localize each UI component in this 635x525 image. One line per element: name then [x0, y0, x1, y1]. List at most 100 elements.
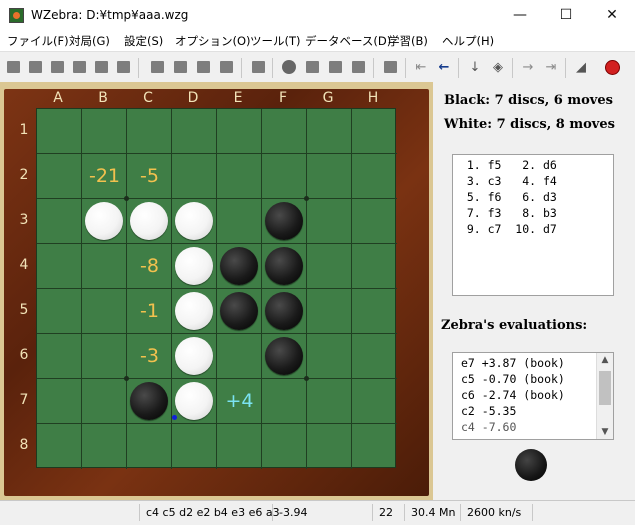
board-square[interactable] — [37, 289, 82, 334]
board-square[interactable] — [82, 289, 127, 334]
open-icon[interactable] — [48, 58, 66, 76]
board-square[interactable] — [172, 154, 217, 199]
board-square[interactable] — [352, 334, 397, 379]
new-board-icon[interactable] — [4, 58, 22, 76]
board-grid[interactable]: -21 -5 -8 -1 -3 +4 — [36, 108, 397, 469]
board-square[interactable] — [307, 244, 352, 289]
minimize-button[interactable]: — — [497, 0, 543, 31]
edit-icon[interactable] — [194, 58, 212, 76]
back-icon[interactable]: ← — [435, 58, 453, 76]
board-square[interactable] — [352, 379, 397, 424]
menu-options[interactable]: オプション(O) — [175, 33, 251, 49]
menu-learn[interactable]: 学習(B) — [388, 33, 428, 49]
star-point — [124, 196, 129, 201]
analyze-icon[interactable] — [148, 58, 166, 76]
print-icon[interactable] — [92, 58, 110, 76]
pause-icon[interactable] — [326, 58, 344, 76]
board-square[interactable] — [217, 109, 262, 154]
board-square[interactable] — [37, 199, 82, 244]
menu-tools[interactable]: ツール(T) — [250, 33, 301, 49]
menu-help[interactable]: ヘルプ(H) — [442, 33, 494, 49]
board-square[interactable] — [307, 109, 352, 154]
evaluation-scrollbar[interactable]: ▲ ▼ — [596, 353, 613, 439]
board-square[interactable] — [127, 109, 172, 154]
board-square[interactable] — [217, 424, 262, 469]
board-square[interactable] — [352, 244, 397, 289]
evaluation-list[interactable]: e7 +3.87 (book) c5 -0.70 (book) c6 -2.74… — [452, 352, 614, 440]
flip-icon[interactable] — [217, 58, 235, 76]
board-square[interactable] — [172, 109, 217, 154]
menu-settings[interactable]: 設定(S) — [124, 33, 163, 49]
folder-icon[interactable] — [114, 58, 132, 76]
status-speed: 2600 kn/s — [460, 504, 532, 521]
scroll-thumb[interactable] — [599, 371, 611, 405]
star-point — [124, 376, 129, 381]
black-disc — [220, 292, 258, 330]
hint-icon[interactable]: ◈ — [489, 58, 507, 76]
record-icon[interactable] — [381, 58, 399, 76]
board-square[interactable] — [82, 379, 127, 424]
board-square[interactable] — [37, 379, 82, 424]
board-square[interactable] — [307, 199, 352, 244]
setup-icon[interactable] — [171, 58, 189, 76]
board-square[interactable] — [37, 334, 82, 379]
evaluation-row: c5 -0.70 (book) — [461, 372, 565, 386]
board-square[interactable] — [37, 154, 82, 199]
toolbar-separator — [458, 58, 459, 78]
move-row: 3. c3 4. f4 — [453, 174, 557, 188]
board-square[interactable] — [82, 334, 127, 379]
board-square[interactable] — [262, 424, 307, 469]
scroll-down-icon[interactable]: ▼ — [597, 425, 613, 439]
board-square[interactable] — [262, 154, 307, 199]
board-square[interactable] — [352, 424, 397, 469]
blank-icon[interactable] — [26, 58, 44, 76]
board-square[interactable] — [217, 154, 262, 199]
diagonal-icon[interactable]: ◢ — [572, 58, 590, 76]
board-square[interactable] — [352, 289, 397, 334]
column-label: G — [322, 90, 334, 106]
book-icon[interactable] — [249, 58, 267, 76]
close-button[interactable]: ✕ — [589, 0, 635, 31]
menu-file[interactable]: ファイル(F) — [7, 33, 69, 49]
status-nodes: 30.4 Mn — [404, 504, 460, 521]
menu-game[interactable]: 対局(G) — [69, 33, 110, 49]
square-evaluation: +4 — [225, 390, 254, 412]
undo-icon[interactable]: ↓ — [466, 58, 484, 76]
board-square[interactable] — [127, 424, 172, 469]
forward-icon[interactable]: → — [519, 58, 537, 76]
board-square[interactable] — [37, 244, 82, 289]
save-icon[interactable] — [70, 58, 88, 76]
board-square[interactable] — [82, 424, 127, 469]
board-square[interactable] — [352, 109, 397, 154]
board-square[interactable] — [352, 199, 397, 244]
board-square[interactable] — [262, 109, 307, 154]
board-square[interactable] — [307, 154, 352, 199]
status-depth: 22 — [372, 504, 404, 521]
stop-icon[interactable] — [303, 58, 321, 76]
board-square[interactable] — [307, 424, 352, 469]
exit-icon[interactable] — [603, 58, 621, 76]
board-square[interactable] — [172, 424, 217, 469]
status-extra — [532, 504, 635, 521]
board-square[interactable] — [82, 244, 127, 289]
board-square[interactable] — [217, 334, 262, 379]
board-square[interactable] — [217, 199, 262, 244]
board-square[interactable] — [307, 379, 352, 424]
board-square[interactable] — [262, 379, 307, 424]
menu-database[interactable]: データベース(D) — [305, 33, 391, 49]
first-move-icon[interactable]: ⇤ — [412, 58, 430, 76]
column-label: D — [187, 90, 199, 106]
title-bar: WZebra: D:¥tmp¥aaa.wzg — ☐ ✕ — [0, 0, 635, 31]
info-icon[interactable] — [280, 58, 298, 76]
board-square[interactable] — [307, 289, 352, 334]
board-square[interactable] — [37, 109, 82, 154]
board-square[interactable] — [37, 424, 82, 469]
board-square[interactable] — [307, 334, 352, 379]
board-square[interactable] — [352, 154, 397, 199]
scroll-up-icon[interactable]: ▲ — [597, 353, 613, 367]
move-list[interactable]: 1. f5 2. d6 3. c3 4. f4 5. f6 6. d3 7. f… — [452, 154, 614, 296]
play-icon[interactable] — [349, 58, 367, 76]
maximize-button[interactable]: ☐ — [543, 0, 589, 31]
board-square[interactable] — [82, 109, 127, 154]
last-move-icon[interactable]: ⇥ — [542, 58, 560, 76]
